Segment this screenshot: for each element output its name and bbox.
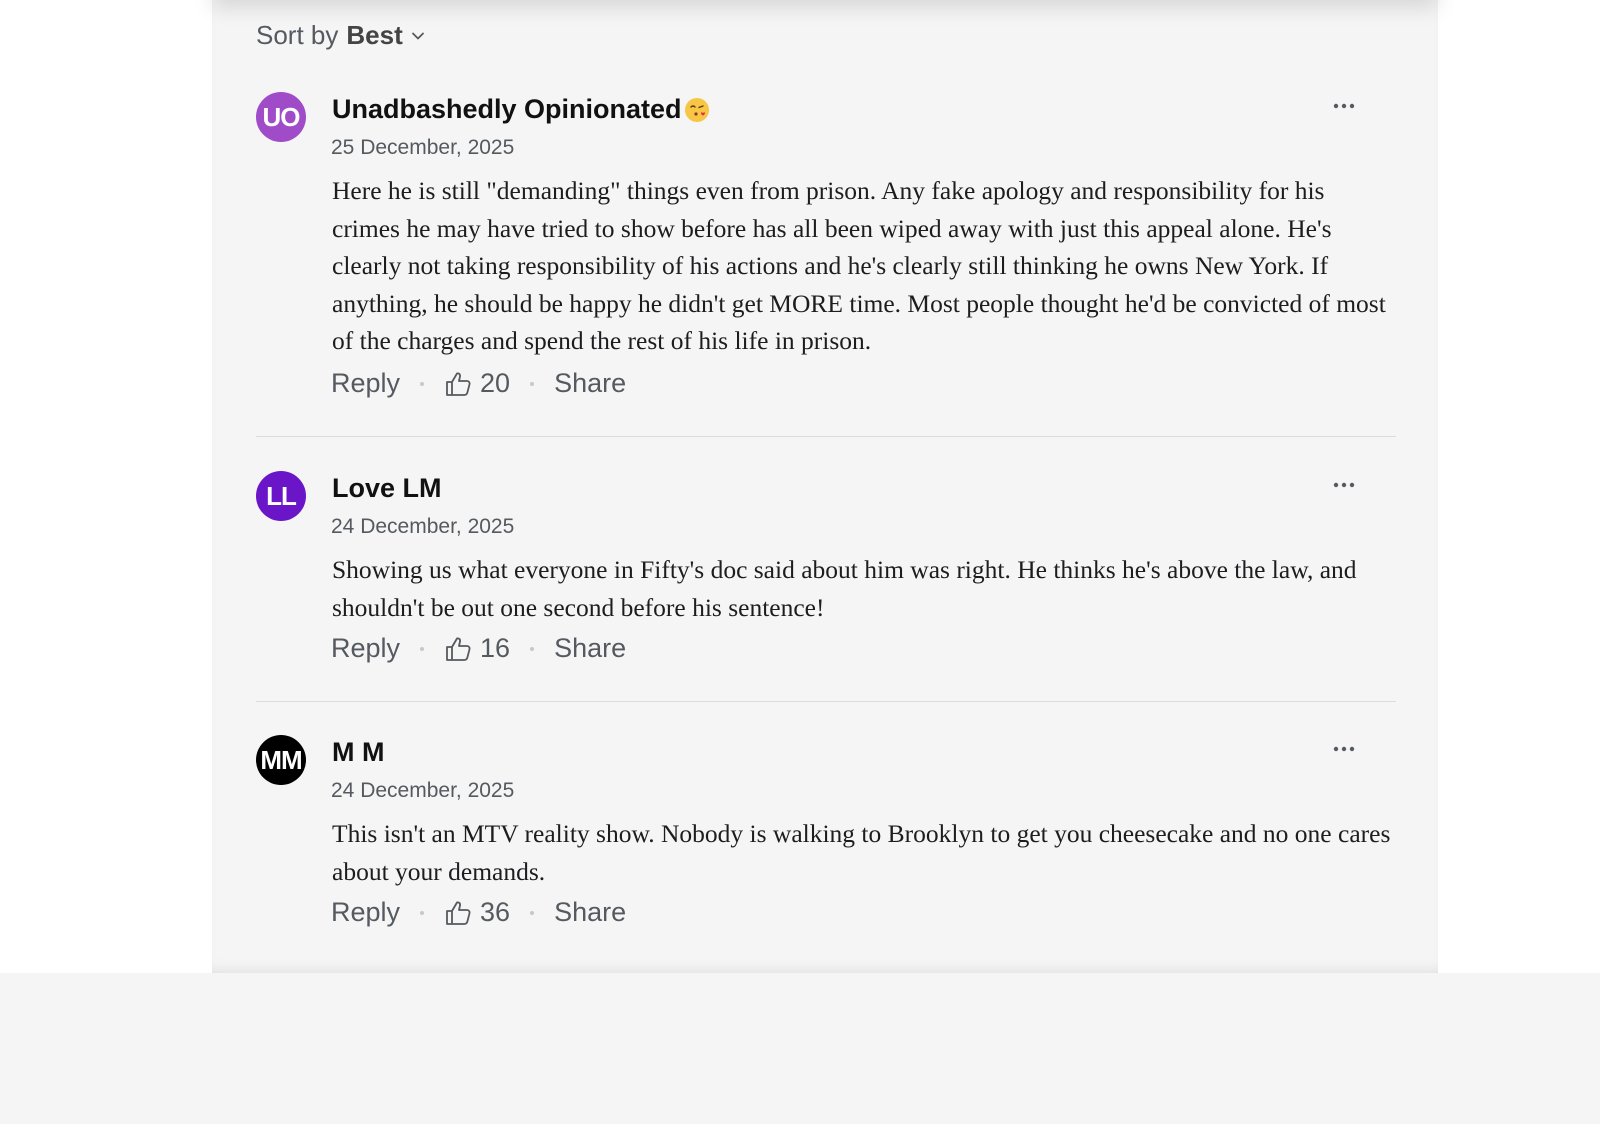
more-options-icon[interactable] [1332,475,1356,495]
comment-author[interactable]: M M [332,737,384,768]
reply-button[interactable]: Reply [331,633,400,664]
author-name: M M [332,737,385,767]
more-options-icon[interactable] [1332,739,1356,759]
separator-dot [420,381,425,386]
comment-divider [256,701,1396,702]
like-button[interactable]: 36 [444,897,510,928]
sort-label: Sort by [256,20,339,50]
like-count: 16 [480,633,511,663]
share-button[interactable]: Share [554,368,626,399]
comment-date: 24 December, 2025 [331,779,515,802]
separator-dot [420,646,425,651]
page-footer-area [0,973,1600,1124]
comments-panel: Sort by Best UO Unadbashedly Opinionated… [212,0,1438,973]
comment-actions: Reply 20 Share [331,368,626,399]
thumbs-up-icon [446,900,471,925]
comment-actions: Reply 36 Share [331,897,626,928]
comment-item: MM M M 24 December, 2025 This isn't an M… [256,735,1396,935]
avatar[interactable]: UO [256,92,306,142]
like-button[interactable]: 20 [444,368,510,399]
comment-divider [256,436,1396,437]
share-button[interactable]: Share [554,633,626,664]
comment-author[interactable]: Love LM [332,473,442,504]
author-name: Love LM [332,473,442,503]
comment-item: LL Love LM 24 December, 2025 Showing us … [256,471,1396,671]
sort-value: Best [346,20,403,50]
comment-text: Here he is still "demanding" things even… [332,176,1386,356]
chevron-down-icon [411,32,424,39]
avatar[interactable]: MM [256,735,306,785]
separator-dot [530,910,535,915]
like-count: 36 [480,897,511,927]
reply-button[interactable]: Reply [331,897,400,928]
separator-dot [420,910,425,915]
comment-text: This isn't an MTV reality show. Nobody i… [332,819,1391,886]
separator-dot [530,381,535,386]
comment-date: 25 December, 2025 [331,136,515,159]
comment-item: UO Unadbashedly Opinionated 25 December,… [256,92,1396,412]
comment-date: 24 December, 2025 [331,515,515,538]
comment-text: Showing us what everyone in Fifty's doc … [332,555,1357,622]
comment-author[interactable]: Unadbashedly Opinionated [332,94,710,125]
separator-dot [530,646,535,651]
thumbs-up-icon [446,636,471,661]
like-button[interactable]: 16 [444,633,510,664]
more-options-icon[interactable] [1332,96,1356,116]
avatar[interactable]: LL [256,471,306,521]
thumbs-up-icon [446,371,471,396]
like-count: 20 [480,368,511,398]
comment-actions: Reply 16 Share [331,633,626,664]
reply-button[interactable]: Reply [331,368,400,399]
share-button[interactable]: Share [554,897,626,928]
sort-dropdown[interactable]: Sort by Best [256,20,425,51]
kissing-face-emoji-icon [684,97,709,122]
author-name: Unadbashedly Opinionated [332,94,682,124]
